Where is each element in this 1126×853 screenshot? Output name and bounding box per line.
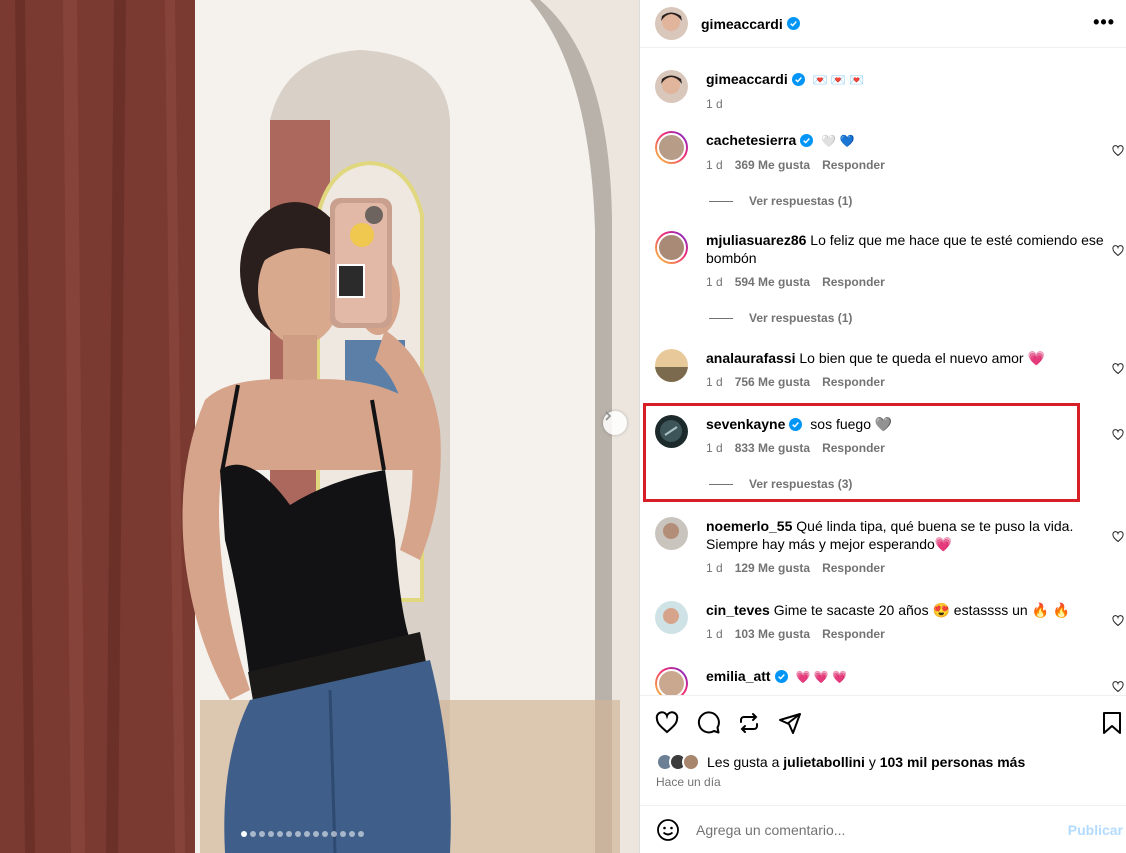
view-replies-label: Ver respuestas (1) [749,194,853,208]
mirror-selfie-photo [0,0,639,853]
post-header: gimeaccardi ••• [640,0,1126,47]
like-comment-heart-icon[interactable] [1112,531,1124,543]
comment-likes[interactable]: 756 Me gusta [735,373,810,391]
comment-username[interactable]: cachetesierra [706,132,796,148]
post-comment-button[interactable]: Publicar [1068,822,1123,838]
next-photo-button[interactable] [603,411,627,435]
author-avatar[interactable] [655,7,688,40]
post-date: Hace un día [656,775,721,789]
comment-text: 💗 💗 💗 [795,670,847,684]
comment-username[interactable]: analaurafassi [706,350,796,366]
carousel-dot [277,831,283,837]
comment-username[interactable]: mjuliasuarez86 [706,232,806,248]
carousel-dot [295,831,301,837]
commenter-avatar[interactable] [655,131,688,164]
carousel-dot [313,831,319,837]
comment-time: 1 d [706,158,723,172]
view-replies-button[interactable]: Ver respuestas (1) [706,192,1106,210]
save-bookmark-icon[interactable] [1102,711,1122,735]
post-actions: Les gusta a julietabollini y 103 mil per… [640,695,1126,811]
comment-text: Gime te sacaste 20 años 😍 estassss un 🔥 … [773,602,1071,618]
comment-time: 1 d [706,275,723,289]
liker-avatar [682,753,700,771]
share-paper-plane-icon[interactable] [778,711,802,735]
verified-badge-icon [774,670,788,683]
likes-mid: y [864,754,880,770]
like-heart-icon[interactable] [655,711,679,735]
comment-username[interactable]: noemerlo_55 [706,518,792,534]
comment-likes[interactable]: 594 Me gusta [735,273,810,291]
reply-button[interactable]: Responder [822,559,885,577]
comment-time: 1 d [706,561,723,575]
reply-button[interactable]: Responder [822,156,885,174]
carousel-dot [331,831,337,837]
comment-username[interactable]: cin_teves [706,602,770,618]
carousel-dot [268,831,274,837]
comment-time: 1 d [706,627,723,641]
reply-button[interactable]: Responder [822,625,885,643]
comment-username[interactable]: emilia_att [706,668,771,684]
likes-user[interactable]: julietabollini [783,754,865,770]
commenter-avatar[interactable] [655,231,688,264]
emoji-smile-icon[interactable] [656,818,680,842]
verified-badge-icon [791,73,805,86]
commenter-avatar[interactable] [655,667,688,695]
carousel-dot [259,831,265,837]
comment-text: 🤍 💙 [821,134,855,148]
post-photo [0,0,639,853]
verified-badge-icon [786,17,800,30]
like-comment-heart-icon[interactable] [1112,245,1124,257]
like-comment-heart-icon[interactable] [1112,363,1124,375]
like-comment-heart-icon[interactable] [1112,429,1124,441]
author-username[interactable]: gimeaccardi [701,16,783,32]
comment-bubble-icon[interactable] [697,711,721,735]
more-options-icon[interactable]: ••• [1093,12,1115,33]
commenter-avatar[interactable] [655,349,688,382]
carousel-dot [349,831,355,837]
likes-count[interactable]: 103 mil personas más [880,754,1026,770]
carousel-dot [340,831,346,837]
comment-composer: Publicar [640,805,1126,853]
comments-list[interactable]: gimeaccardi 💌 💌 💌 1 d cachetesierra 🤍 💙 … [640,47,1126,695]
commenter-avatar[interactable] [655,601,688,634]
caption-time: 1 d [706,97,723,111]
comment-likes[interactable]: 129 Me gusta [735,559,810,577]
carousel-dot [322,831,328,837]
reply-button[interactable]: Responder [822,373,885,391]
repost-icon[interactable] [737,711,761,735]
author-avatar[interactable] [655,70,688,103]
carousel-dot [358,831,364,837]
carousel-dot [241,831,247,837]
verified-badge-icon [800,134,814,147]
comment-time: 1 d [706,375,723,389]
view-replies-label: Ver respuestas (1) [749,311,853,325]
post-side-panel: gimeaccardi ••• gimeaccardi 💌 💌 💌 1 d ca… [639,0,1126,853]
likes-summary: Les gusta a julietabollini y 103 mil per… [656,753,1025,771]
carousel-dot [304,831,310,837]
like-comment-heart-icon[interactable] [1112,145,1124,157]
like-comment-heart-icon[interactable] [1112,681,1124,693]
chevron-right-icon [605,411,612,421]
caption-text: 💌 💌 💌 [812,73,865,87]
caption-username[interactable]: gimeaccardi [706,71,788,87]
comment-likes[interactable]: 103 Me gusta [735,625,810,643]
comment-likes[interactable]: 369 Me gusta [735,156,810,174]
reply-button[interactable]: Responder [822,273,885,291]
commenter-avatar[interactable] [655,517,688,550]
likes-prefix: Les gusta a [707,754,784,770]
comment-text: Lo bien que te queda el nuevo amor 💗 [799,350,1045,366]
view-replies-button[interactable]: Ver respuestas (1) [706,309,1106,327]
highlight-box [643,403,1080,502]
like-comment-heart-icon[interactable] [1112,615,1124,627]
comment-input[interactable] [696,821,1046,838]
carousel-dot [286,831,292,837]
carousel-dot [250,831,256,837]
carousel-indicator [241,831,364,837]
